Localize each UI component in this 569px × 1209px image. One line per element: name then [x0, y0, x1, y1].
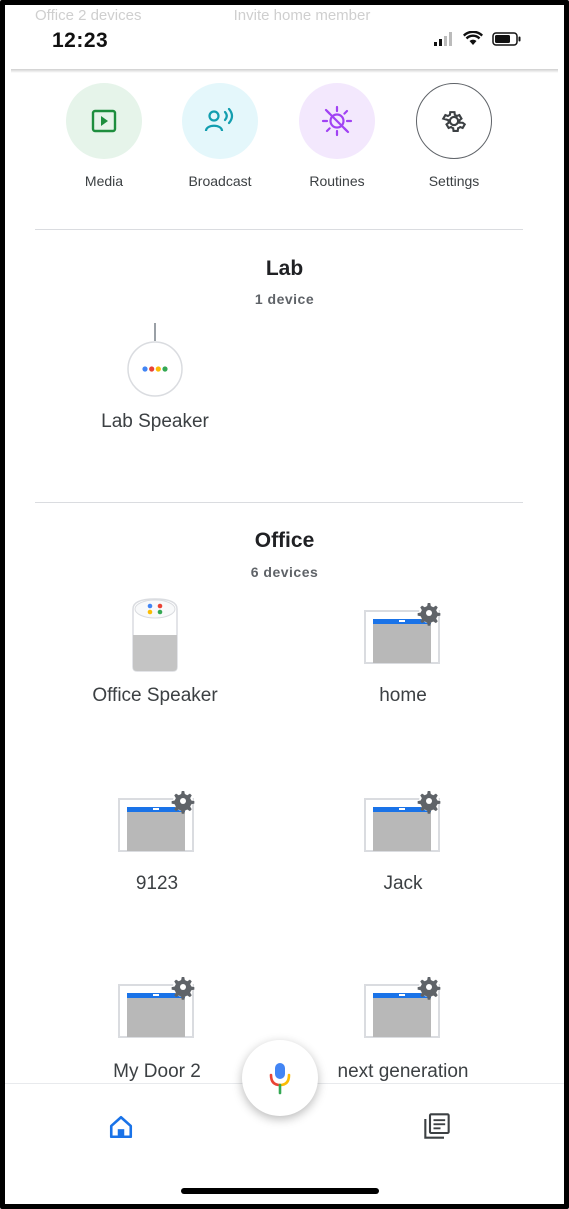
- device-label: home: [379, 685, 427, 706]
- garage-door-icon: [117, 973, 197, 1039]
- signal-icon: [434, 31, 452, 46]
- google-home-speaker-icon: [127, 595, 183, 673]
- phone-frame: Office 2 devices Invite home member 12:2…: [0, 0, 569, 1209]
- routines-sun-icon: [321, 105, 353, 137]
- routines-label: Routines: [309, 173, 365, 189]
- home-indicator: [181, 1188, 379, 1194]
- room-title-lab: Lab: [265, 257, 304, 280]
- garage-door-icon: [363, 787, 443, 853]
- garage-door-icon: [117, 787, 197, 853]
- status-bar: Office 2 devices Invite home member 12:2…: [5, 5, 564, 71]
- garage-door-icon: [363, 599, 443, 665]
- device-label: next generation: [337, 1061, 469, 1082]
- device-office-speaker[interactable]: Office Speaker: [55, 595, 255, 707]
- ghost-header: Office 2 devices Invite home member: [35, 7, 534, 25]
- feed-icon: [424, 1113, 450, 1139]
- device-label: Jack: [383, 873, 423, 894]
- routines-button[interactable]: Routines: [282, 83, 392, 189]
- status-divider-shadow: [11, 69, 558, 73]
- device-label: 9123: [135, 873, 179, 894]
- device-lab-speaker[interactable]: Lab Speaker: [55, 323, 255, 433]
- section-divider: [35, 502, 523, 503]
- settings-circle: [416, 83, 492, 159]
- device-home[interactable]: home: [303, 599, 503, 707]
- device-label: Lab Speaker: [101, 411, 209, 432]
- ghost-header-left: Office 2 devices: [35, 7, 142, 24]
- home-tab[interactable]: [108, 1114, 134, 1140]
- broadcast-button[interactable]: Broadcast: [165, 83, 275, 189]
- system-icons: [434, 31, 522, 46]
- gear-icon: [441, 111, 467, 132]
- routines-circle: [299, 83, 375, 159]
- media-circle: [66, 83, 142, 159]
- home-icon: [109, 1115, 133, 1139]
- device-9123[interactable]: 9123: [57, 787, 257, 895]
- room-title-office: Office: [254, 529, 315, 552]
- media-label: Media: [84, 173, 124, 189]
- status-time: 12:23: [52, 29, 109, 52]
- battery-icon: [492, 31, 521, 46]
- speaker-mini-icon: [126, 323, 184, 397]
- media-play-icon: [91, 109, 117, 133]
- device-label: My Door 2: [113, 1061, 201, 1082]
- room-count-lab: 1 device: [254, 291, 315, 307]
- microphone-icon: [269, 1063, 291, 1095]
- device-next-generation[interactable]: next generation: [303, 973, 503, 1083]
- ghost-header-right: Invite home member: [233, 7, 371, 24]
- broadcast-label: Broadcast: [188, 173, 252, 189]
- broadcast-icon: [204, 107, 234, 132]
- wifi-icon: [463, 31, 483, 45]
- garage-door-icon: [363, 973, 443, 1039]
- media-button[interactable]: Media: [49, 83, 159, 189]
- feed-tab[interactable]: [423, 1112, 451, 1140]
- settings-button[interactable]: Settings: [399, 83, 509, 189]
- assistant-mic-button[interactable]: [242, 1040, 318, 1116]
- room-count-office: 6 devices: [250, 564, 319, 580]
- device-my-door-2[interactable]: My Door 2: [57, 973, 257, 1083]
- broadcast-circle: [182, 83, 258, 159]
- section-divider: [35, 229, 523, 230]
- device-jack[interactable]: Jack: [303, 787, 503, 895]
- settings-label: Settings: [428, 173, 480, 189]
- device-label: Office Speaker: [92, 685, 218, 706]
